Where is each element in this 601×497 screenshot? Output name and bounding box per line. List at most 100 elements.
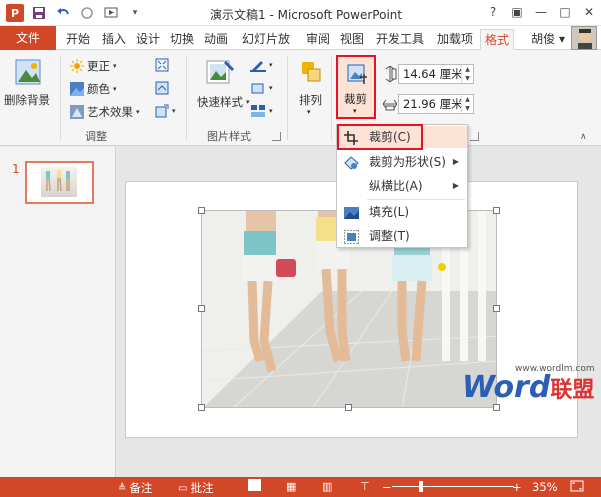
dialog-launcher-icon[interactable] [272,132,281,141]
dialog-launcher-icon[interactable] [470,132,479,141]
tab-insert[interactable]: 插入 [99,29,129,50]
minimize-icon[interactable]: — [529,0,553,24]
resize-handle[interactable] [198,305,205,312]
collapse-ribbon-icon[interactable]: ∧ [580,132,587,142]
picture-border-icon[interactable]: ▾ [250,58,273,72]
slideshow-button[interactable]: ⊤ [360,480,370,493]
ribbon: 删除背景 更正 ▾ 颜色 ▾ 艺术效果 ▾ ▾ 调整 快速样式 ▾ ▾ ▾ ▾ … [0,50,601,146]
tab-transitions[interactable]: 切换 [167,29,197,50]
artistic-effects-button[interactable]: 艺术效果 ▾ [70,104,140,120]
spinner-arrows-icon[interactable]: ▲ ▼ [461,65,473,83]
reset-picture-icon[interactable]: ▾ [155,104,176,118]
resize-handle[interactable] [493,404,500,411]
slide-sorter-icon: ▦ [286,480,297,493]
chevron-down-icon: ▾ [307,108,311,116]
menu-item-label: 调整(T) [369,229,410,243]
watermark-word: Word [462,370,551,405]
status-bar: ≜ 备注 ▭ 批注 ▦ ▥ ⊤ − + 35% [0,477,601,497]
fit-to-window-icon[interactable] [570,480,584,492]
chevron-down-icon: ▾ [113,62,117,70]
reading-view-icon: ▥ [322,480,333,493]
spinner-arrows-icon[interactable]: ▲ ▼ [461,95,473,113]
slide-number: 1 [12,162,20,176]
start-slideshow-icon[interactable] [102,4,120,22]
normal-view-icon [248,479,261,491]
slide-thumbnail[interactable] [25,161,94,204]
window-title: 演示文稿1 - Microsoft PowerPoint [210,8,403,22]
picture-layout-icon[interactable]: ▾ [250,104,273,118]
comments-button[interactable]: ▭ 批注 [178,480,213,496]
menu-item-label: 填充(L) [369,205,410,219]
window-controls: ? ▣ — □ ✕ [481,0,601,24]
help-icon[interactable]: ? [481,0,505,24]
menu-item-fill[interactable]: 填充(L) [337,201,467,223]
resize-handle[interactable] [493,305,500,312]
menu-item-label: 裁剪为形状(S) [369,155,446,169]
tab-design[interactable]: 设计 [133,29,163,50]
tab-format[interactable]: 格式 [480,29,514,50]
zoom-slider-thumb[interactable] [419,481,423,492]
crop-label: 裁剪 [344,92,367,106]
change-picture-icon[interactable] [155,81,169,95]
color-button[interactable]: 颜色 ▾ [70,81,117,97]
tab-file[interactable]: 文件 [0,26,56,50]
tab-addins[interactable]: 加载项 [433,29,477,50]
undo-icon[interactable] [54,4,72,22]
corrections-button[interactable]: 更正 ▾ [70,58,117,74]
fit-icon [343,229,360,245]
comments-label: 批注 [190,481,214,495]
quick-styles-icon[interactable] [205,58,235,89]
tab-developer[interactable]: 开发工具 [371,29,429,50]
submenu-arrow-icon: ▶ [452,157,459,166]
menu-item-fit[interactable]: 调整(T) [337,225,467,247]
quick-styles-button[interactable]: 快速样式 ▾ [197,94,250,110]
resize-handle[interactable] [198,404,205,411]
remove-background-button[interactable]: 删除背景 [4,92,50,108]
user-account[interactable]: 胡俊 ▾ [531,30,565,47]
fill-icon [344,205,359,219]
close-icon[interactable]: ✕ [577,0,601,24]
crop-button[interactable]: 裁剪 ▾ [336,55,376,119]
customize-qat-icon[interactable]: ▾ [126,4,144,22]
picture-effects-icon[interactable]: ▾ [250,81,273,95]
resize-handle[interactable] [493,207,500,214]
redo-icon[interactable] [78,4,96,22]
color-icon [70,82,84,96]
compress-pictures-icon[interactable] [155,58,169,72]
quick-styles-label: 快速样式 [197,95,243,109]
avatar[interactable] [571,26,597,50]
resize-handle[interactable] [198,207,205,214]
tab-view[interactable]: 视图 [337,29,367,50]
ribbon-display-icon[interactable]: ▣ [505,0,529,24]
save-icon[interactable] [30,4,48,22]
tab-review[interactable]: 审阅 [303,29,333,50]
ribbon-tabs: 文件 开始 插入 设计 切换 动画 幻灯片放 审阅 视图 开发工具 加载项 格式… [0,26,601,50]
zoom-out-icon[interactable]: − [382,480,392,494]
zoom-in-icon[interactable]: + [512,480,522,494]
corrections-label: 更正 [87,59,110,73]
width-input[interactable]: 21.96 厘米 ▲ ▼ [398,94,474,114]
zoom-slider[interactable] [392,486,514,487]
resize-handle[interactable] [345,404,352,411]
zoom-level[interactable]: 35% [532,480,558,494]
crop-item-highlight [337,124,423,150]
menu-item-crop-to-shape[interactable]: 裁剪为形状(S) ▶ [337,151,467,173]
remove-background-icon[interactable] [14,58,42,89]
arrange-button[interactable]: 排列 [299,92,322,108]
reading-view-button[interactable]: ▥ [322,480,332,493]
tab-animations[interactable]: 动画 [201,29,231,50]
height-input[interactable]: 14.64 厘米 ▲ ▼ [398,64,474,84]
quick-access-toolbar: P ▾ [6,4,144,22]
maximize-icon[interactable]: □ [553,0,577,24]
arrange-icon[interactable] [300,60,322,87]
slide-sorter-button[interactable]: ▦ [286,480,296,493]
notes-button[interactable]: ≜ 备注 [118,480,152,496]
crop-dropdown-menu: 裁剪(C) 裁剪为形状(S) ▶ 纵横比(A) ▶ 填充(L) 调整(T) [336,124,468,248]
tab-slideshow[interactable]: 幻灯片放 [235,29,297,50]
menu-item-aspect-ratio[interactable]: 纵横比(A) ▶ [337,175,467,197]
tab-home[interactable]: 开始 [62,29,94,50]
sun-icon [70,59,84,73]
title-bar: P ▾ 演示文稿1 - Microsoft PowerPoint ? ▣ — □… [0,0,601,26]
normal-view-button[interactable] [248,479,261,491]
color-label: 颜色 [87,82,110,96]
